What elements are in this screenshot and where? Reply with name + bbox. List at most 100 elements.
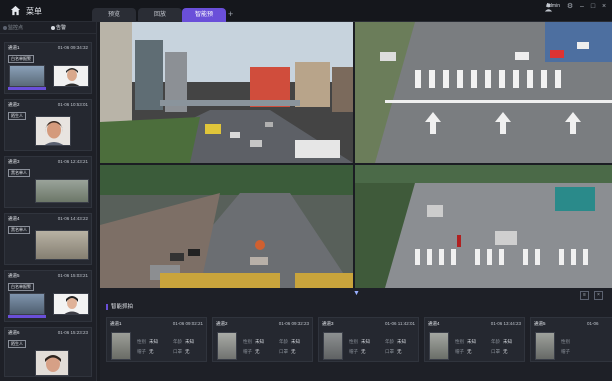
- alarm-type-badge: 黑名单人: [8, 169, 30, 177]
- alarm-card[interactable]: 通道4 01-06 14:43:22 黑名单人: [4, 213, 92, 265]
- face-thumbnail: [35, 350, 69, 376]
- capture-channel: 通道1: [110, 321, 122, 326]
- scene-thumbnail: [9, 293, 45, 315]
- tab-playback[interactable]: 回放: [138, 8, 182, 22]
- minimize-button[interactable]: –: [578, 3, 586, 11]
- capture-card[interactable]: 通道2 01-06 09:32:23 性别 未知 年龄 未知 帽子无 口罩无: [212, 317, 313, 362]
- field-label: 性别: [349, 339, 358, 344]
- gender-field: 性别 未知: [137, 339, 158, 345]
- alarm-type-badge: 白名单报警: [8, 283, 34, 291]
- field-label: 帽子: [243, 349, 252, 354]
- add-tab-button[interactable]: +: [228, 9, 233, 19]
- menu-label[interactable]: 菜单: [26, 6, 42, 17]
- tab-monitor-points[interactable]: 监控点: [0, 22, 48, 33]
- capture-card[interactable]: 通道5 01-06 性别 帽子: [530, 317, 612, 362]
- field-value: 未知: [467, 339, 476, 344]
- field-label: 年龄: [279, 339, 288, 344]
- field-label: 帽子: [455, 349, 464, 354]
- capture-time: 01-06: [587, 321, 599, 326]
- mask-field: 口罩无: [279, 349, 296, 355]
- video-channel-4[interactable]: [355, 165, 612, 288]
- app-window: 菜单 预览 回放 智能预览 + Admin ⚙ – □ × 监控点 告警 通道1…: [0, 0, 612, 381]
- field-label: 年龄: [491, 339, 500, 344]
- card-time: 01-06 09:34:32: [57, 45, 88, 50]
- panel-title: 智能抓拍: [106, 304, 133, 310]
- card-time: 01-06 15:23:23: [57, 330, 88, 335]
- capture-card[interactable]: 通道1 01-06 09:02:21 性别 未知 年龄 未知 帽子无 口罩无: [106, 317, 207, 362]
- camera-icon: [3, 26, 7, 30]
- field-label: 口罩: [385, 349, 394, 354]
- maximize-button[interactable]: □: [589, 3, 597, 11]
- alarm-card[interactable]: 通道3 01-06 12:43:21 黑名单人: [4, 156, 92, 208]
- home-icon[interactable]: [10, 5, 21, 16]
- field-value: 无: [291, 349, 296, 354]
- capture-thumbnail: [323, 332, 343, 360]
- face-thumbnail: [53, 293, 89, 315]
- capture-thumbnail: [217, 332, 237, 360]
- field-value: 无: [467, 349, 472, 354]
- field-value: 未知: [255, 339, 264, 344]
- field-label: 性别: [455, 339, 464, 344]
- collapse-arrow-icon[interactable]: ▼: [353, 290, 360, 297]
- face-thumbnail: [53, 65, 89, 87]
- alarm-panel: 监控点 告警 通道1 01-06 09:34:32 白名单报警 通道2 01-0…: [0, 22, 97, 381]
- field-value: 无: [185, 349, 190, 354]
- capture-time: 01-06 09:02:21: [172, 321, 203, 326]
- capture-channel: 通道2: [216, 321, 228, 326]
- tab-preview[interactable]: 预览: [92, 8, 136, 22]
- close-panel-icon[interactable]: ×: [594, 291, 603, 300]
- field-label: 性别: [561, 339, 570, 344]
- gender-field: 性别 未知: [455, 339, 476, 345]
- field-value: 无: [361, 349, 366, 354]
- field-value: 未知: [503, 339, 512, 344]
- close-button[interactable]: ×: [600, 3, 608, 11]
- card-channel: 通道3: [8, 159, 20, 164]
- alarm-card[interactable]: 通道2 01-06 10:53:01 陌生人: [4, 99, 92, 151]
- card-time: 01-06 15:03:21: [57, 273, 88, 278]
- capture-time: 01-06 13:44:23: [490, 321, 521, 326]
- field-label: 性别: [137, 339, 146, 344]
- match-bar: [8, 315, 46, 318]
- settings-icon[interactable]: ⚙: [566, 3, 574, 11]
- gender-field: 性别 未知: [349, 339, 370, 345]
- face-thumbnail: [35, 116, 71, 146]
- age-field: 年龄 未知: [173, 339, 194, 345]
- gender-field: 性别: [561, 339, 570, 345]
- video-channel-2[interactable]: [355, 22, 612, 163]
- hat-field: 帽子无: [455, 349, 472, 355]
- field-value: 未知: [185, 339, 194, 344]
- match-bar: [8, 87, 46, 90]
- hat-field: 帽子无: [243, 349, 260, 355]
- video-channel-1[interactable]: [100, 22, 353, 163]
- alarm-card[interactable]: 通道6 01-06 15:23:23 陌生人: [4, 327, 92, 377]
- alarm-card[interactable]: 通道1 01-06 09:34:32 白名单报警: [4, 42, 92, 94]
- capture-thumbnail: [535, 332, 555, 360]
- age-field: 年龄 未知: [385, 339, 406, 345]
- card-channel: 通道2: [8, 102, 20, 107]
- mask-field: 口罩无: [491, 349, 508, 355]
- smart-capture-panel: ▼ ≡ × 智能抓拍 通道1 01-06 09:02:21 性别 未知 年龄 未知 …: [100, 288, 612, 381]
- tab-smart-preview[interactable]: 智能预览: [182, 8, 226, 32]
- tab-alarm[interactable]: 告警: [48, 22, 96, 33]
- field-value: 未知: [397, 339, 406, 344]
- field-label: 口罩: [173, 349, 182, 354]
- field-value: 无: [503, 349, 508, 354]
- field-value: 无: [255, 349, 260, 354]
- video-channel-3[interactable]: [100, 165, 353, 288]
- field-value: 无: [397, 349, 402, 354]
- list-view-icon[interactable]: ≡: [580, 291, 589, 300]
- card-channel: 通道4: [8, 216, 20, 221]
- capture-card[interactable]: 通道3 01-06 11:42:01 性别 未知 年龄 未知 帽子无 口罩无: [318, 317, 419, 362]
- field-value: 未知: [149, 339, 158, 344]
- alarm-type-badge: 白名单报警: [8, 55, 34, 63]
- card-channel: 通道5: [8, 273, 20, 278]
- user-name[interactable]: Admin: [546, 3, 560, 9]
- capture-channel: 通道5: [534, 321, 546, 326]
- tab-label: 告警: [56, 25, 67, 31]
- title-bar: 菜单 预览 回放 智能预览 + Admin ⚙ – □ ×: [0, 0, 612, 32]
- capture-card[interactable]: 通道4 01-06 13:44:23 性别 未知 年龄 未知 帽子无 口罩无: [424, 317, 525, 362]
- scene-thumbnail: [35, 230, 89, 260]
- field-label: 年龄: [385, 339, 394, 344]
- capture-channel: 通道4: [428, 321, 440, 326]
- alarm-card[interactable]: 通道5 01-06 15:03:21 白名单报警: [4, 270, 92, 322]
